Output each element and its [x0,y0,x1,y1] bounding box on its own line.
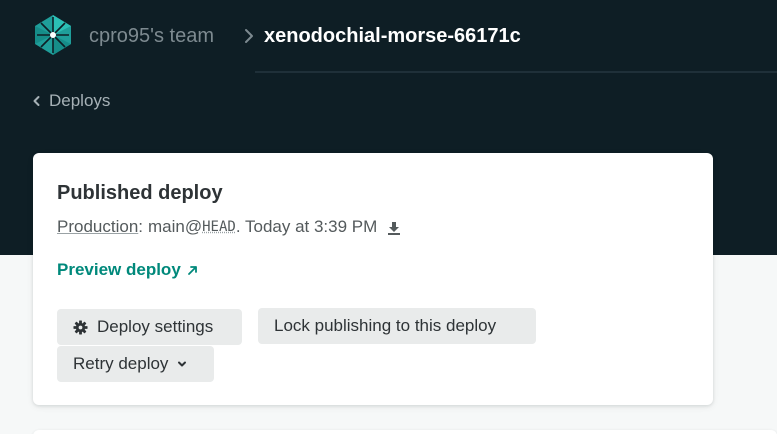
gear-icon [73,319,88,335]
lock-publishing-label: Lock publishing to this deploy [274,316,497,335]
deploy-commit-ref[interactable]: HEAD [202,219,236,235]
deploy-time: . Today at 3:39 PM [235,217,378,236]
chevron-right-icon [243,27,255,45]
deploy-settings-button[interactable]: Deploy settings [57,309,242,345]
deploy-meta: Production : main@ HEAD . Today at 3:39 … [57,216,401,238]
published-deploy-card: Published deploy Production : main@ HEAD… [33,153,713,405]
top-bar: cpro95's team xenodochial-morse-66171c [0,0,777,72]
deploy-context-link[interactable]: Production [57,217,138,237]
preview-deploy-label: Preview deploy [57,260,181,279]
next-card [33,430,777,434]
retry-deploy-label: Retry deploy [73,354,169,373]
meta-colon: : [138,217,144,236]
preview-deploy-link[interactable]: Preview deploy [57,260,198,280]
lock-publishing-button[interactable]: Lock publishing to this deploy [258,308,536,344]
team-breadcrumb[interactable]: cpro95's team [89,23,214,49]
deploy-branch: main@ [148,217,203,236]
arrow-up-right-icon [187,265,197,275]
back-to-deploys-link[interactable]: Deploys [32,90,110,112]
netlify-logo-icon[interactable] [31,13,75,57]
chevron-down-icon [178,361,187,366]
card-title: Published deploy [57,182,223,204]
deploy-settings-label: Deploy settings [97,317,214,336]
back-link-label: Deploys [49,91,111,110]
chevron-left-icon [33,96,40,106]
download-icon[interactable] [387,220,401,235]
site-breadcrumb[interactable]: xenodochial-morse-66171c [264,23,521,49]
header-divider [255,71,777,73]
retry-deploy-button[interactable]: Retry deploy [57,346,214,382]
